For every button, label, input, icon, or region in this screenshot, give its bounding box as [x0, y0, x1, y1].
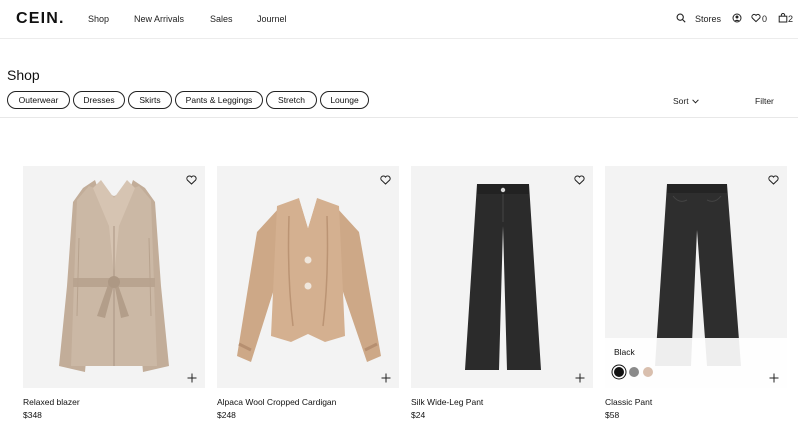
heart-icon[interactable]: [380, 172, 392, 185]
toolbar-divider: [0, 117, 798, 118]
product-card[interactable]: [411, 166, 593, 388]
product-price: $248: [217, 410, 236, 420]
nav-new-arrivals[interactable]: New Arrivals: [134, 14, 184, 24]
product-image[interactable]: [411, 166, 593, 388]
heart-icon[interactable]: [574, 172, 586, 185]
product-image[interactable]: [217, 166, 399, 388]
stores-link[interactable]: Stores: [695, 14, 721, 24]
filter-chip-stretch[interactable]: Stretch: [266, 91, 317, 109]
product-image[interactable]: [23, 166, 205, 388]
sort-button[interactable]: Sort: [673, 96, 699, 106]
product-name[interactable]: Relaxed blazer: [23, 397, 80, 407]
product-image[interactable]: Black: [605, 166, 787, 388]
cardigan-image: [237, 198, 381, 362]
nav-sales[interactable]: Sales: [210, 14, 233, 24]
product-name[interactable]: Classic Pant: [605, 397, 652, 407]
heart-icon[interactable]: [768, 172, 780, 185]
account-icon[interactable]: [732, 13, 744, 25]
pant-image: [465, 184, 541, 370]
search-icon[interactable]: [676, 13, 688, 25]
add-to-bag-icon[interactable]: [769, 370, 779, 383]
heart-icon[interactable]: [186, 172, 198, 185]
product-price: $348: [23, 410, 42, 420]
site-header: CEIN. Shop New Arrivals Sales Journel St…: [0, 0, 798, 39]
bag-count: 2: [788, 14, 794, 24]
nav-shop[interactable]: Shop: [88, 14, 109, 24]
filter-chip-dresses[interactable]: Dresses: [73, 91, 125, 109]
filter-chip-pants-leggings[interactable]: Pants & Leggings: [175, 91, 263, 109]
swatch-grey[interactable]: [629, 367, 639, 377]
product-name[interactable]: Alpaca Wool Cropped Cardigan: [217, 397, 336, 407]
product-card[interactable]: Black: [605, 166, 787, 388]
chevron-down-icon: [691, 96, 699, 106]
sort-label: Sort: [673, 96, 689, 106]
filter-chip-outerwear[interactable]: Outerwear: [7, 91, 70, 109]
wishlist-count: 0: [762, 14, 768, 24]
product-card[interactable]: [23, 166, 205, 388]
product-name[interactable]: Silk Wide-Leg Pant: [411, 397, 483, 407]
add-to-bag-icon[interactable]: [187, 370, 197, 383]
selected-color-label: Black: [614, 347, 635, 357]
product-card[interactable]: [217, 166, 399, 388]
product-price: $24: [411, 410, 426, 420]
brand-logo[interactable]: CEIN.: [16, 10, 65, 28]
nav-journel[interactable]: Journel: [257, 14, 287, 24]
add-to-bag-icon[interactable]: [575, 370, 585, 383]
filter-button[interactable]: Filter: [755, 96, 774, 106]
page-title: Shop: [7, 67, 40, 83]
swatch-beige[interactable]: [643, 367, 653, 377]
coat-image: [59, 180, 169, 372]
swatch-black[interactable]: [614, 367, 624, 377]
product-price: $58: [605, 410, 620, 420]
color-swatch-panel: Black: [605, 338, 787, 388]
filter-chip-lounge[interactable]: Lounge: [320, 91, 369, 109]
add-to-bag-icon[interactable]: [381, 370, 391, 383]
filter-chip-skirts[interactable]: Skirts: [128, 91, 172, 109]
